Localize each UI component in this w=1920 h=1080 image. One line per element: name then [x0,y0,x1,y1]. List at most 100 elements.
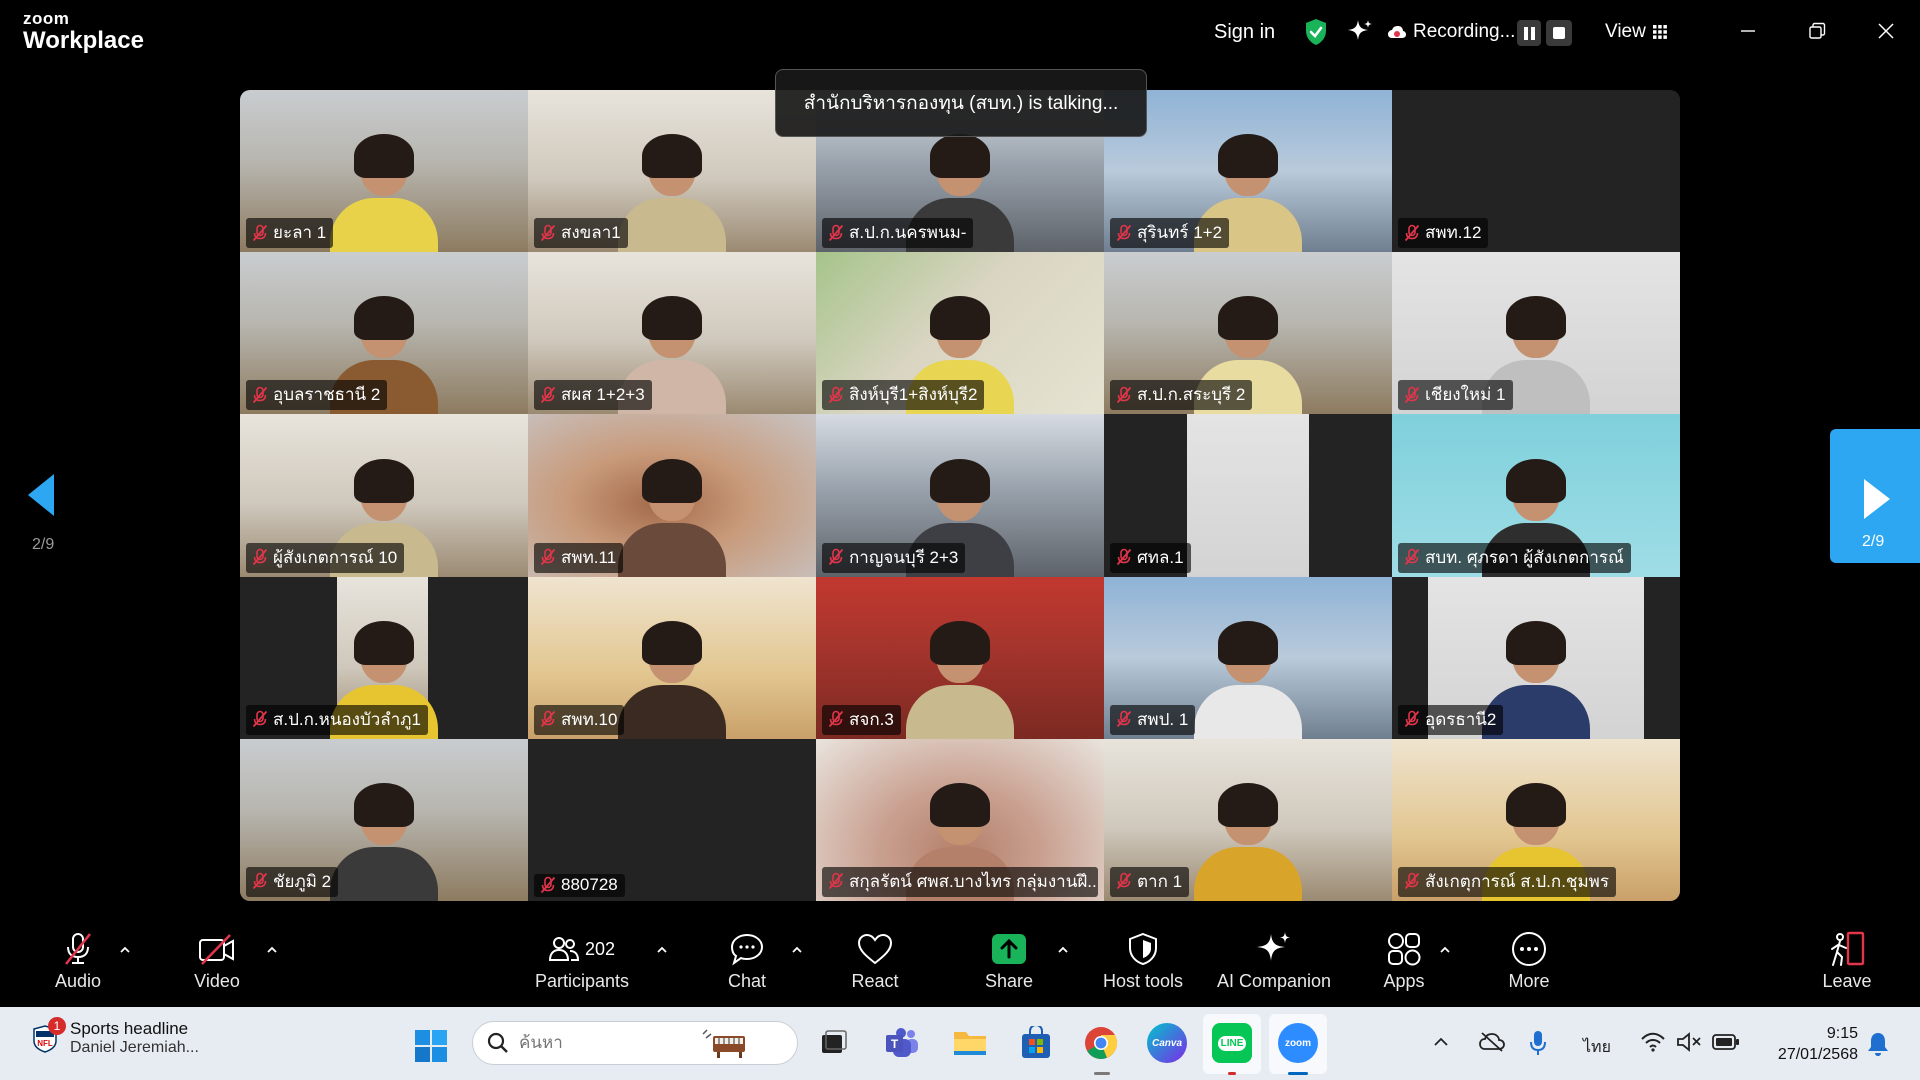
chat-label: Chat [727,971,767,991]
audio-button[interactable]: Audio [48,929,108,1003]
news-widget[interactable]: NFL 1 Sports headline Daniel Jeremiah... [30,1017,199,1057]
participant-video-tile[interactable]: ศทล.1 [1104,414,1392,577]
participant-video-tile[interactable]: สพท.11 [528,414,816,577]
onedrive-offline-icon[interactable] [1478,1031,1506,1058]
video-options-caret[interactable] [265,943,279,957]
participant-name: สผส 1+2+3 [561,385,645,405]
mic-muted-icon [828,548,844,566]
participant-video-tile[interactable]: อุดรธานี2 [1392,576,1680,739]
apps-options-caret[interactable] [1438,943,1452,957]
pause-recording-button[interactable] [1517,20,1541,46]
ai-sparkle-icon[interactable] [1346,18,1374,46]
participant-video-tile[interactable]: สงขลา1 [528,90,816,253]
windows-taskbar: NFL 1 Sports headline Daniel Jeremiah...… [0,1007,1920,1080]
view-label: View [1605,21,1646,42]
mic-muted-icon [828,224,844,241]
view-menu-button[interactable]: View [1605,21,1668,43]
participant-video-tile[interactable]: อุบลราชธานี 2 [240,252,528,415]
share-options-caret[interactable] [1056,943,1070,957]
participants-button[interactable]: 202 Participants [532,929,632,1003]
notification-bell-icon[interactable] [1866,1031,1890,1062]
speaker-muted-icon[interactable] [1676,1031,1702,1058]
wifi-icon[interactable] [1640,1031,1666,1058]
participants-options-caret[interactable] [655,943,669,957]
participant-video-tile[interactable]: สิงห์บุรี1+สิงห์บุรี2 [816,252,1104,415]
participant-video-tile[interactable]: สจก.3 [816,576,1104,739]
microsoft-store-icon[interactable] [1016,1023,1056,1063]
search-input[interactable] [519,1033,689,1053]
chrome-icon[interactable] [1081,1023,1121,1063]
encryption-shield-icon[interactable] [1304,18,1328,46]
title-bar: zoom Workplace Sign in Recording... View [0,0,1920,66]
system-clock[interactable]: 9:15 27/01/2568 [1758,1023,1858,1065]
participant-video-tile[interactable]: สกุลรัตน์ ศพส.บางไทร กลุ่มงานฝึ... [816,738,1104,901]
audio-options-caret[interactable] [118,943,132,957]
input-language-indicator[interactable]: ไทย [1583,1035,1611,1060]
participant-name: สงขลา1 [561,223,621,243]
participants-icon-wrap: 202 [548,929,615,969]
participant-name: สจก.3 [849,709,894,729]
participant-video-tile[interactable]: ส.ป.ก.สระบุรี 2 [1104,252,1392,415]
participant-video-tile[interactable]: สพท.10 [528,576,816,739]
task-view-icon[interactable] [814,1023,854,1063]
microphone-in-use-icon[interactable] [1528,1029,1548,1062]
microsoft-teams-icon[interactable]: T [882,1023,922,1063]
zoom-app-icon[interactable]: zoom [1278,1023,1318,1063]
participant-name: ส.ป.ก.สระบุรี 2 [1137,385,1246,405]
participant-video-tile[interactable]: เชียงใหม่ 1 [1392,252,1680,415]
minimize-window-button[interactable] [1728,14,1768,48]
participant-name: อุดรธานี2 [1425,709,1497,729]
video-off-icon [196,929,238,969]
chat-options-caret[interactable] [790,943,804,957]
participant-name: ชัยภูมิ 2 [273,871,332,891]
participant-video-tile[interactable]: ส.ป.ก.หนองบัวลำภู1 [240,576,528,739]
participant-video-tile[interactable]: ผู้สังเกตการณ์ 10 [240,414,528,577]
react-button[interactable]: React [848,929,902,1003]
participant-video-tile[interactable]: ชัยภูมิ 2 [240,738,528,901]
restore-window-button[interactable] [1797,14,1837,48]
video-button[interactable]: Video [185,929,249,1003]
participant-video-tile[interactable]: ตาก 1 [1104,738,1392,901]
participant-video-tile[interactable]: สผส 1+2+3 [528,252,816,415]
taskbar-search-box[interactable] [472,1021,798,1065]
participant-name: ส.ป.ก.นครพนม- [849,223,967,243]
participant-video-tile[interactable]: กาญจนบุรี 2+3 [816,414,1104,577]
ai-companion-button[interactable]: AI Companion [1212,929,1336,1003]
chevron-up-icon [120,946,130,953]
previous-page-button[interactable]: 2/9 [14,460,74,570]
mic-muted-icon [1404,386,1420,403]
apps-button[interactable]: Apps [1382,929,1426,1003]
close-window-button[interactable] [1866,14,1906,48]
leave-meeting-button[interactable]: Leave [1822,929,1872,1003]
participant-name-tag: อุบลราชธานี 2 [246,380,388,411]
participant-video-tile[interactable]: สบท. ศุภรดา ผู้สังเกตการณ์ [1392,414,1680,577]
sign-in-button[interactable]: Sign in [1214,21,1275,44]
stop-recording-button[interactable] [1546,20,1572,46]
active-speaker-text: สำนักบริหารกองทุน (สบท.) is talking... [803,93,1119,114]
participant-video-tile[interactable]: สุรินทร์ 1+2 [1104,90,1392,253]
host-tools-button[interactable]: Host tools [1098,929,1188,1003]
line-app-icon[interactable]: LINE [1212,1023,1252,1063]
participant-video-tile[interactable]: สพป. 1 [1104,576,1392,739]
recording-status[interactable]: Recording... [1387,21,1515,43]
more-button[interactable]: More [1504,929,1554,1003]
share-screen-button[interactable]: Share [984,929,1034,1003]
participant-video-tile[interactable]: 880728 [528,738,816,901]
file-explorer-icon[interactable] [950,1023,990,1063]
battery-icon[interactable] [1712,1033,1740,1056]
react-label: React [851,971,899,991]
minimize-icon [1741,30,1755,32]
participant-name: ตาก 1 [1137,871,1183,891]
participant-video-tile[interactable]: สพท.12 [1392,90,1680,253]
gallery-video-grid: ยะลา 1 สงขลา1 ส.ป.ก.นครพนม- สุรินทร์ 1+2 สพท… [240,90,1680,901]
chat-button[interactable]: Chat [722,929,772,1003]
canva-icon[interactable]: Canva [1147,1023,1187,1063]
participant-video-tile[interactable]: ยะลา 1 [240,90,528,253]
participant-video-tile[interactable]: สังเกตุการณ์ ส.ป.ก.ชุมพร [1392,738,1680,901]
more-label: More [1508,971,1550,991]
windows-start-button[interactable] [414,1029,448,1068]
participant-name-tag: สพท.11 [534,542,624,573]
active-speaker-banner: สำนักบริหารกองทุน (สบท.) is talking... [775,69,1147,137]
next-page-button[interactable]: 2/9 [1830,429,1920,563]
show-hidden-icons-chevron-icon[interactable] [1432,1035,1450,1054]
